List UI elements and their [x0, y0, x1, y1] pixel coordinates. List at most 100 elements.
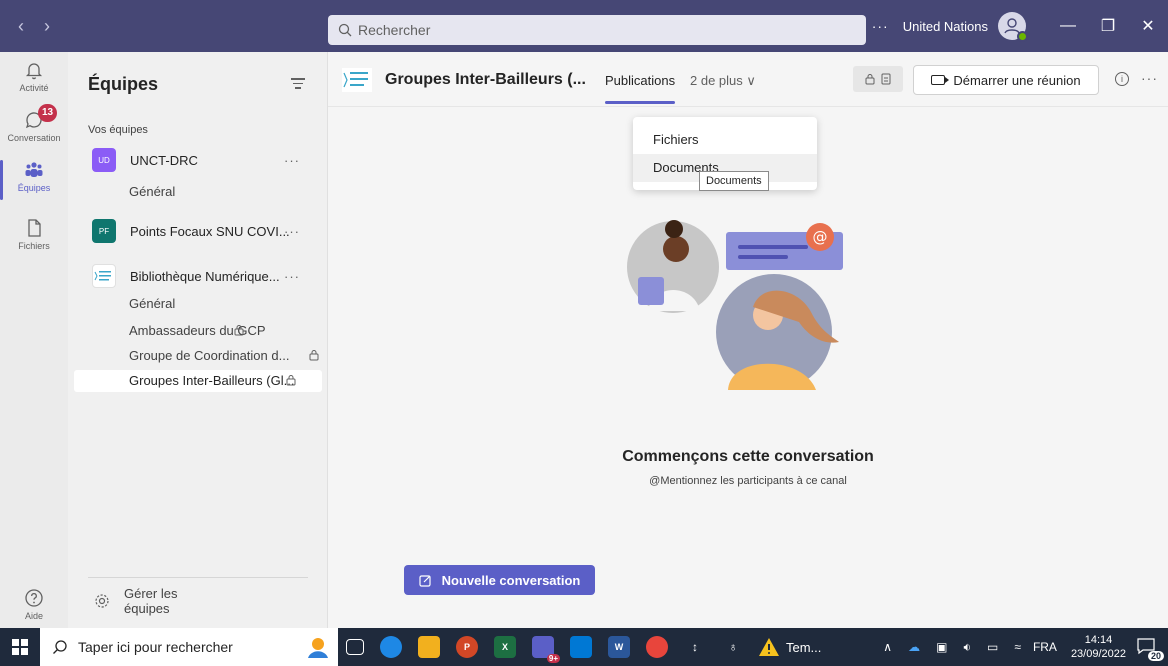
team-avatar: UD — [92, 148, 116, 172]
tab-more-label: 2 de plus — [690, 73, 743, 88]
menu-item-fichiers[interactable]: Fichiers — [633, 126, 817, 154]
team-more-icon[interactable]: ··· — [284, 269, 300, 284]
team-avatar: PF — [92, 219, 116, 243]
minimize-button[interactable]: — — [1048, 17, 1088, 35]
forward-arrow-icon[interactable]: › — [44, 16, 50, 37]
more-options-icon[interactable]: ··· — [872, 18, 889, 34]
manage-teams-button[interactable]: Gérer les équipes — [88, 577, 308, 616]
excel-icon[interactable]: X — [494, 636, 516, 658]
manage-line-2: équipes — [124, 601, 170, 616]
edge-icon[interactable] — [380, 636, 402, 658]
info-icon[interactable]: i — [1115, 72, 1129, 86]
onedrive-icon[interactable]: ☁ — [908, 640, 920, 654]
chat-badge: 13 — [38, 104, 58, 122]
rail-chat-label: Conversation — [7, 133, 61, 143]
clock[interactable]: 14:14 23/09/2022 — [1071, 633, 1126, 661]
rail-files[interactable]: Fichiers — [0, 218, 68, 251]
new-conversation-button[interactable]: Nouvelle conversation — [404, 565, 595, 595]
search-input[interactable]: Rechercher — [328, 15, 866, 45]
teams-taskbar-icon[interactable]: 9+ — [532, 636, 560, 663]
windows-start-button[interactable] — [0, 628, 40, 666]
rail-teams[interactable]: Équipes — [0, 160, 68, 200]
rail-files-label: Fichiers — [18, 241, 50, 251]
meet-now-icon[interactable]: ▣ — [936, 640, 947, 654]
channel-item-groupe-coordination[interactable]: Groupe de Coordination d... — [129, 345, 319, 367]
rail-help[interactable]: Aide — [0, 588, 68, 621]
system-tray: ∧ ☁ ▣ 🔉︎ ▭ ≈ FRA 14:14 23/09/2022 20 — [875, 628, 1168, 666]
bell-icon — [25, 63, 43, 80]
search-icon — [53, 640, 67, 654]
tray-expand-icon[interactable]: ∧ — [883, 640, 892, 654]
wifi-icon[interactable]: ≈ — [1014, 640, 1021, 654]
team-name: UNCT-DRC — [130, 152, 198, 168]
clock-time: 14:14 — [1084, 634, 1113, 646]
notifications-button[interactable]: 20 — [1136, 637, 1164, 661]
filter-icon[interactable] — [291, 78, 305, 90]
mail-icon[interactable] — [570, 636, 592, 658]
new-conversation-label: Nouvelle conversation — [441, 572, 581, 588]
avatar[interactable] — [998, 12, 1028, 42]
language-indicator[interactable]: FRA — [1033, 640, 1057, 654]
history-nav: ‹ › — [18, 16, 50, 37]
empty-state-title: Commençons cette conversation — [622, 448, 874, 465]
battery-icon[interactable]: ▭ — [987, 640, 998, 654]
clock-date: 23/09/2022 — [1070, 648, 1126, 660]
lock-icon — [865, 74, 875, 85]
team-item-bibliotheque[interactable]: Bibliothèque Numérique... ··· — [92, 262, 322, 290]
channel-name: Groupes Inter-Bailleurs (Gl... — [129, 373, 295, 388]
channel-item[interactable]: Général — [129, 293, 319, 315]
notification-count-badge: 20 — [1147, 651, 1164, 661]
search-highlight-icon — [308, 638, 328, 658]
rail-activity[interactable]: Activité — [0, 60, 68, 93]
task-view-icon[interactable] — [346, 639, 364, 655]
presence-status-icon — [1017, 31, 1028, 42]
start-meeting-button[interactable]: Démarrer une réunion — [913, 65, 1099, 95]
search-placeholder: Rechercher — [358, 22, 431, 38]
rail-chat[interactable]: 13 Conversation — [0, 104, 68, 143]
tab-publications[interactable]: Publications — [605, 73, 676, 104]
channel-item-ambassadeurs[interactable]: Ambassadeurs du GCP — [129, 320, 319, 342]
title-bar: ‹ › Rechercher ··· United Nations — ❐ ✕ — [0, 0, 1168, 52]
volume-icon[interactable]: 🔉︎ — [963, 640, 971, 655]
section-label: Vos équipes — [88, 124, 148, 136]
chrome-icon[interactable] — [646, 636, 668, 658]
file-explorer-icon[interactable] — [418, 636, 440, 658]
video-camera-icon — [931, 75, 950, 85]
lock-icon — [234, 325, 244, 336]
tab-more-dropdown[interactable]: 2 de plus ∨ — [690, 73, 756, 89]
taskbar-search-placeholder: Taper ici pour rechercher — [78, 639, 233, 655]
warning-icon — [759, 638, 779, 656]
channel-privacy-icons[interactable] — [853, 66, 903, 92]
rail-teams-label: Équipes — [17, 183, 51, 193]
maximize-button[interactable]: ❐ — [1088, 16, 1128, 36]
rail-activity-label: Activité — [19, 83, 49, 93]
organization-name[interactable]: United Nations — [903, 19, 988, 34]
help-icon — [25, 589, 43, 607]
empty-state-subtitle: @Mentionnez les participants à ce canal — [649, 475, 847, 487]
people-icon[interactable]: ♁ — [722, 636, 744, 658]
channel-item-inter-bailleurs[interactable]: Groupes Inter-Bailleurs (Gl... — [74, 370, 322, 392]
team-item-unct-drc[interactable]: UD UNCT-DRC ··· — [92, 146, 322, 174]
svg-text:@: @ — [813, 228, 828, 246]
powerpoint-icon[interactable]: P — [456, 636, 478, 658]
chevron-down-icon: ∨ — [746, 73, 756, 88]
channel-name: Groupe de Coordination d... — [129, 348, 290, 363]
weather-widget[interactable]: Tem... — [758, 637, 821, 657]
taskbar: Taper ici pour rechercher P X 9+ W ↕ ♁ T… — [0, 628, 1168, 666]
more-options-icon[interactable]: ··· — [1141, 70, 1158, 86]
close-button[interactable]: ✕ — [1128, 16, 1168, 36]
team-more-icon[interactable]: ··· — [284, 224, 300, 239]
team-item-points-focaux[interactable]: PF Points Focaux SNU COVI... ··· — [92, 217, 322, 245]
teams-taskbar-badge: 9+ — [546, 654, 560, 663]
team-logo-icon — [92, 264, 116, 288]
taskbar-search-input[interactable]: Taper ici pour rechercher — [40, 628, 338, 666]
app-rail: Activité 13 Conversation Équipes Fichier… — [0, 52, 68, 628]
search-icon — [338, 23, 352, 37]
chevron-up-down-icon[interactable]: ↕ — [684, 636, 706, 658]
titlebar-right: ··· United Nations — ❐ ✕ — [872, 0, 1168, 52]
team-more-icon[interactable]: ··· — [284, 153, 300, 168]
word-icon[interactable]: W — [608, 636, 630, 658]
channel-item[interactable]: Général — [129, 181, 319, 203]
back-arrow-icon[interactable]: ‹ — [18, 16, 24, 37]
channel-title: Groupes Inter-Bailleurs (... — [385, 71, 586, 88]
